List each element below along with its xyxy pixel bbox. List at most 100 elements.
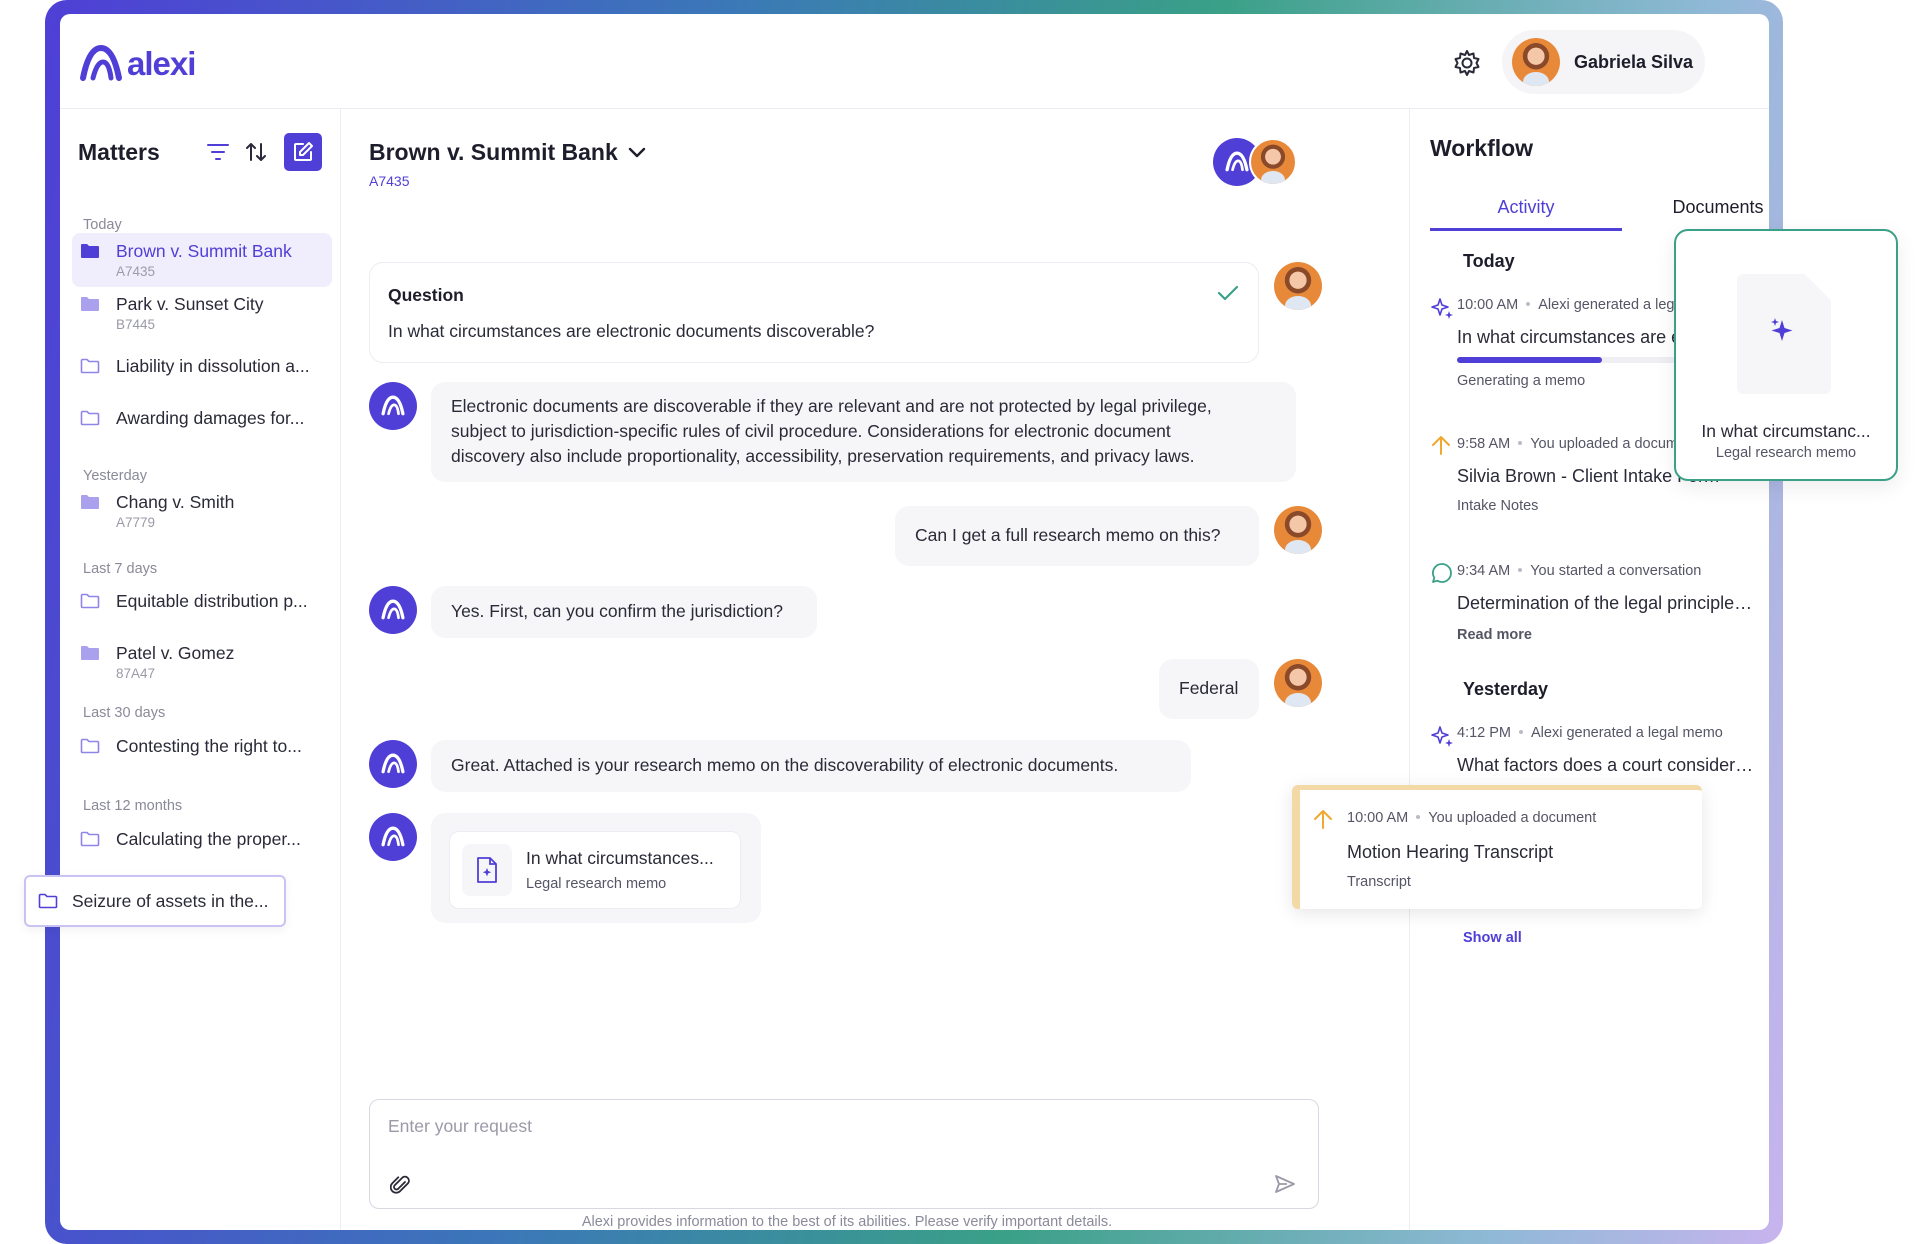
matter-item[interactable]: Awarding damages for... bbox=[72, 400, 332, 437]
question-card: Question In what circumstances are elect… bbox=[369, 262, 1259, 363]
activity-time: 9:34 AM bbox=[1457, 563, 1511, 579]
activity-meta: 9:34 AM You started a conversation bbox=[1457, 563, 1701, 579]
alexi-logo-icon bbox=[381, 753, 405, 774]
attachment-title: In what circumstances... bbox=[526, 848, 714, 868]
request-input[interactable] bbox=[388, 1116, 1268, 1137]
progress-fill bbox=[1457, 357, 1602, 363]
activity-time: 10:00 AM bbox=[1457, 297, 1519, 313]
activity-action: You uploaded a document bbox=[1428, 810, 1597, 826]
user-avatar bbox=[1274, 262, 1322, 310]
bot-message: Great. Attached is your research memo on… bbox=[431, 740, 1191, 792]
group-label-yesterday: Yesterday bbox=[83, 468, 147, 484]
folder-icon bbox=[81, 297, 99, 311]
matter-item[interactable]: Calculating the proper... bbox=[72, 821, 332, 858]
request-input-box bbox=[369, 1099, 1319, 1209]
matter-name: Brown v. Summit Bank bbox=[116, 241, 292, 261]
activity-title: What factors does a court consider wh... bbox=[1457, 755, 1757, 775]
alexi-logo[interactable]: alexi bbox=[79, 44, 196, 84]
dragged-document-card[interactable]: In what circumstanc... Legal research me… bbox=[1674, 229, 1898, 481]
case-code: A7435 bbox=[369, 173, 410, 189]
matter-item[interactable]: Chang v. Smith A7779 bbox=[72, 484, 332, 538]
tab-activity[interactable]: Activity bbox=[1430, 197, 1622, 231]
dragged-document-title: In what circumstanc... bbox=[1701, 421, 1871, 441]
paperclip-icon[interactable] bbox=[390, 1174, 410, 1196]
matter-name: Awarding damages for... bbox=[116, 408, 305, 428]
read-more-link[interactable]: Read more bbox=[1457, 627, 1532, 643]
chat-bubble-icon bbox=[1432, 563, 1452, 583]
activity-action: Alexi generated a legal memo bbox=[1531, 725, 1723, 741]
activity-time: 10:00 AM bbox=[1347, 810, 1409, 826]
activity-time: 9:58 AM bbox=[1457, 436, 1511, 452]
group-label-today: Today bbox=[83, 217, 122, 233]
folder-outline-icon bbox=[80, 593, 100, 609]
matter-item[interactable]: Contesting the right to... bbox=[72, 728, 332, 765]
folder-outline-icon bbox=[80, 831, 100, 847]
matters-sidebar: Matters Today Brown v. Summit Bank A7435… bbox=[60, 109, 341, 1230]
matter-name: Patel v. Gomez bbox=[116, 643, 235, 663]
edit-icon bbox=[294, 142, 313, 161]
alexi-logo-icon bbox=[381, 826, 405, 847]
document-sparkle-icon bbox=[462, 844, 512, 896]
matter-code: 87A47 bbox=[116, 666, 156, 681]
activity-title: Motion Hearing Transcript bbox=[1347, 842, 1554, 862]
new-matter-button[interactable] bbox=[284, 133, 322, 171]
participants bbox=[1213, 138, 1303, 186]
matter-name: Seizure of assets in the... bbox=[72, 890, 269, 911]
matter-code: A7435 bbox=[116, 264, 156, 279]
group-label-last-12-months: Last 12 months bbox=[83, 798, 183, 814]
matter-item[interactable]: Equitable distribution p... bbox=[72, 583, 332, 620]
matter-name: Contesting the right to... bbox=[116, 736, 302, 756]
group-label-last-30-days: Last 30 days bbox=[83, 705, 166, 721]
activity-meta: 9:58 AM You uploaded a document bbox=[1457, 436, 1698, 452]
separator-dot bbox=[1416, 815, 1421, 819]
activity-meta: 10:00 AM Alexi generated a legal me bbox=[1457, 297, 1710, 313]
activity-meta: 4:12 PM Alexi generated a legal memo bbox=[1457, 725, 1723, 741]
separator-dot bbox=[1518, 441, 1523, 445]
alexi-avatar bbox=[369, 813, 417, 861]
sort-icon[interactable] bbox=[244, 140, 268, 169]
folder-outline-icon bbox=[80, 410, 100, 426]
send-icon[interactable] bbox=[1274, 1174, 1296, 1194]
app-window: alexi Gabriela Silva Matters Today Brown… bbox=[60, 14, 1769, 1230]
dragged-matter-item[interactable]: Seizure of assets in the... bbox=[24, 875, 286, 927]
attachment-message: In what circumstances... Legal research … bbox=[431, 813, 761, 923]
bot-message-line: discovery also include proportionality, … bbox=[451, 446, 1195, 466]
gear-icon[interactable] bbox=[1452, 48, 1482, 78]
matter-item[interactable]: Patel v. Gomez 87A47 bbox=[72, 635, 332, 689]
folder-icon bbox=[81, 495, 99, 509]
dragged-activity-card[interactable]: 10:00 AM You uploaded a document Motion H… bbox=[1292, 785, 1702, 909]
tab-documents[interactable]: Documents bbox=[1622, 197, 1769, 218]
case-title-dropdown[interactable]: Brown v. Summit Bank bbox=[369, 139, 646, 166]
attachment-card[interactable]: In what circumstances... Legal research … bbox=[449, 831, 741, 909]
user-menu[interactable]: Gabriela Silva bbox=[1502, 30, 1705, 94]
user-message: Federal bbox=[1159, 659, 1259, 719]
matter-name: Liability in dissolution a... bbox=[116, 356, 310, 376]
section-yesterday: Yesterday bbox=[1463, 679, 1549, 699]
bot-message: Electronic documents are discoverable if… bbox=[431, 382, 1296, 482]
separator-dot bbox=[1518, 568, 1523, 572]
sparkle-icon bbox=[1431, 726, 1453, 747]
alexi-avatar bbox=[369, 586, 417, 634]
matter-name: Park v. Sunset City bbox=[116, 294, 264, 314]
activity-action: You started a conversation bbox=[1530, 563, 1702, 579]
matter-item[interactable]: Park v. Sunset City B7445 bbox=[72, 286, 332, 340]
check-icon bbox=[1217, 285, 1239, 301]
user-message: Can I get a full research memo on this? bbox=[895, 506, 1259, 566]
alexi-logo-icon bbox=[80, 44, 122, 81]
alexi-logo-icon bbox=[381, 599, 405, 620]
matter-code: B7445 bbox=[116, 317, 156, 332]
bot-message-line: Electronic documents are discoverable if… bbox=[451, 396, 1212, 416]
activity-action: You uploaded a document bbox=[1530, 436, 1699, 452]
show-all-link[interactable]: Show all bbox=[1463, 930, 1522, 946]
separator-dot bbox=[1519, 730, 1523, 734]
matter-code: A7779 bbox=[116, 515, 156, 530]
attachment-subtitle: Legal research memo bbox=[526, 876, 667, 892]
group-label-last-7-days: Last 7 days bbox=[83, 561, 158, 577]
filter-icon[interactable] bbox=[206, 142, 230, 167]
workflow-title: Workflow bbox=[1430, 135, 1534, 161]
alexi-avatar bbox=[369, 740, 417, 788]
user-avatar bbox=[1249, 138, 1297, 186]
matter-item[interactable]: Liability in dissolution a... bbox=[72, 348, 332, 385]
folder-outline-icon bbox=[38, 893, 58, 909]
matter-item[interactable]: Brown v. Summit Bank A7435 bbox=[72, 233, 332, 287]
